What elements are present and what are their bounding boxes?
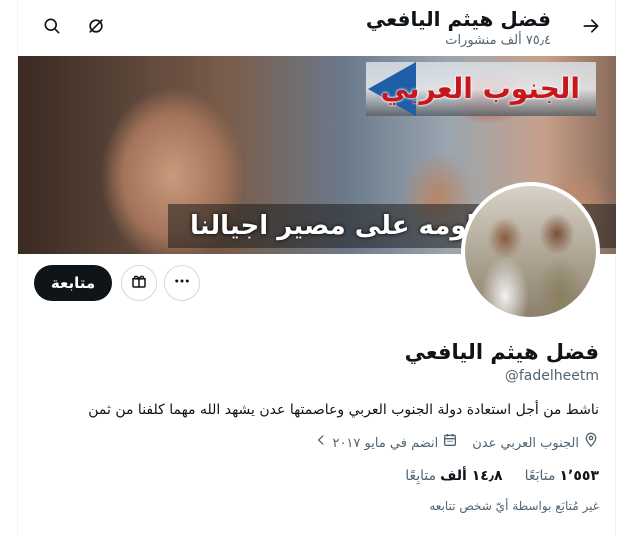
top-bar: فضل هيثم اليافعي ٧٥٫٤ ألف منشورات: [0, 0, 623, 56]
back-button[interactable]: [575, 12, 607, 44]
banner-headline: الجنوب العربي: [380, 72, 580, 105]
followers-count: ١٤٫٨ ألف: [440, 468, 503, 484]
profile-stats: ١٬٥٥٣ متابَعًا ١٤٫٨ ألف متابِعًا: [405, 466, 599, 486]
following-label: متابَعًا: [524, 468, 556, 484]
gift-icon: [130, 272, 148, 294]
joined-item: انضم في مايو ٢٠١٧: [314, 432, 458, 455]
gift-button[interactable]: [121, 265, 157, 301]
following-count: ١٬٥٥٣: [559, 468, 600, 484]
location-pin-icon: [583, 432, 599, 455]
search-button[interactable]: [36, 12, 68, 44]
followers-link[interactable]: ١٤٫٨ ألف متابِعًا: [405, 466, 502, 486]
followers-label: متابِعًا: [405, 468, 437, 484]
location-item: الجنوب العربي عدن: [472, 432, 599, 455]
following-link[interactable]: ١٬٥٥٣ متابَعًا: [525, 466, 599, 486]
profile-name: فضل هيثم اليافعي: [404, 340, 599, 364]
more-icon: [173, 272, 191, 294]
eye-slash-icon: [86, 16, 106, 40]
search-icon: [42, 16, 62, 40]
follow-button[interactable]: متابعة: [34, 265, 112, 301]
avatar[interactable]: [461, 182, 600, 321]
header-title: فضل هيثم اليافعي: [365, 7, 551, 31]
posts-count: ٧٥٫٤ ألف منشورات: [445, 33, 551, 48]
profile-handle: @fadelheetm: [504, 368, 599, 384]
profile-bio: ناشط من أجل استعادة دولة الجنوب العربي و…: [88, 402, 599, 418]
joined-text: انضم في مايو ٢٠١٧: [332, 435, 439, 451]
profile-meta: الجنوب العربي عدن انضم في مايو ٢٠١٧: [314, 432, 599, 455]
location-text: الجنوب العربي عدن: [472, 435, 579, 451]
arrow-right-icon: [581, 16, 601, 40]
chevron-left-icon[interactable]: [314, 433, 328, 454]
more-button[interactable]: [164, 265, 200, 301]
calendar-icon: [442, 432, 458, 455]
hide-button[interactable]: [80, 12, 112, 44]
header-title-block: فضل هيثم اليافعي ٧٥٫٤ ألف منشورات: [366, 6, 551, 50]
not-followed-notice: غير مُتابَع بواسطة أيّ شخص تتابعه: [429, 499, 599, 513]
